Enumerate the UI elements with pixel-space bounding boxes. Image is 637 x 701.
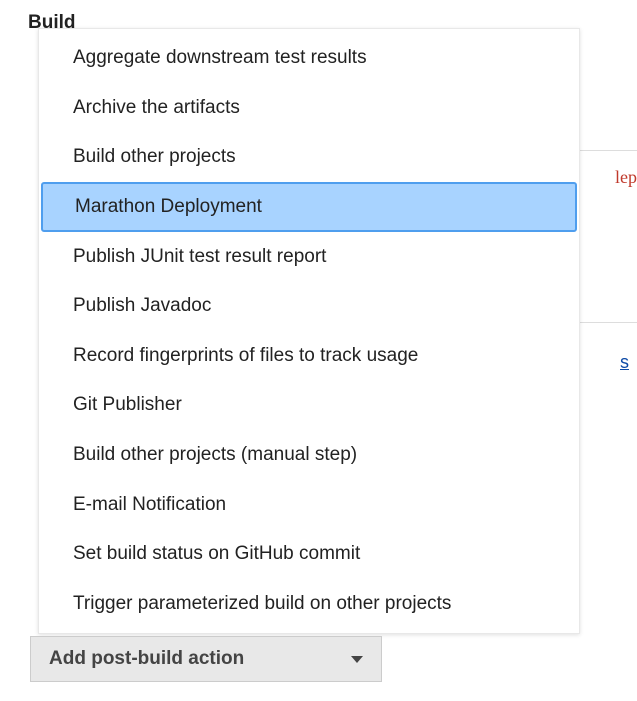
menu-item[interactable]: Build other projects: [39, 132, 579, 182]
menu-item[interactable]: Publish Javadoc: [39, 281, 579, 331]
menu-item[interactable]: Build other projects (manual step): [39, 430, 579, 480]
partial-link[interactable]: s: [620, 352, 629, 373]
menu-item[interactable]: E-mail Notification: [39, 480, 579, 530]
menu-item[interactable]: Record fingerprints of files to track us…: [39, 331, 579, 381]
menu-item[interactable]: Trigger parameterized build on other pro…: [39, 579, 579, 629]
menu-item[interactable]: Archive the artifacts: [39, 83, 579, 133]
menu-item[interactable]: Aggregate downstream test results: [39, 33, 579, 83]
menu-item[interactable]: Git Publisher: [39, 380, 579, 430]
menu-item[interactable]: Set build status on GitHub commit: [39, 529, 579, 579]
error-text-fragment: lep: [615, 167, 637, 188]
post-build-action-menu: Aggregate downstream test resultsArchive…: [38, 28, 580, 634]
menu-item[interactable]: Marathon Deployment: [41, 182, 577, 232]
add-post-build-action-button[interactable]: Add post-build action: [30, 636, 382, 682]
chevron-down-icon: [351, 656, 363, 663]
button-label: Add post-build action: [49, 648, 244, 670]
menu-item[interactable]: Publish JUnit test result report: [39, 232, 579, 282]
